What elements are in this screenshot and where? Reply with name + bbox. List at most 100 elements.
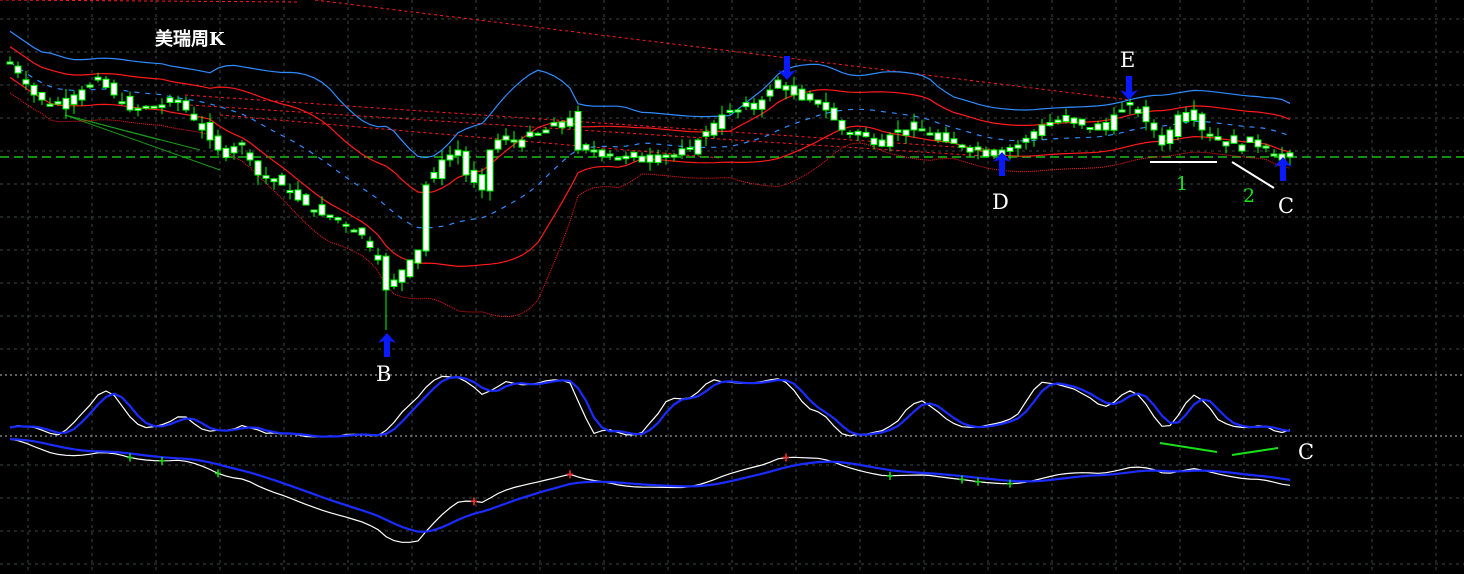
candle-body (614, 157, 622, 161)
trend-fan-line (189, 104, 1001, 158)
candle-body (582, 144, 590, 151)
candle-body (846, 132, 854, 135)
candle-body (1062, 115, 1070, 123)
candle-body (1070, 117, 1078, 124)
candle-body (502, 135, 510, 141)
candle-body (1238, 144, 1246, 152)
label-segment-2: 2 (1243, 185, 1256, 207)
candle-body (1006, 147, 1014, 152)
candle-body (342, 223, 350, 227)
buy-arrow-icon (378, 333, 396, 357)
candle-body (678, 148, 686, 156)
candle-body (1022, 137, 1030, 143)
candle-body (742, 102, 750, 108)
trend-fast-line (9, 438, 1291, 543)
trend-marker-icon (567, 470, 573, 479)
candle-body (982, 149, 990, 158)
candle-body (1142, 106, 1150, 123)
candle-body (30, 84, 38, 96)
candle-body (478, 174, 486, 191)
candle-body (574, 110, 582, 151)
candle-body (518, 139, 526, 148)
candle-body (1126, 102, 1134, 106)
candle-body (486, 149, 494, 192)
candle-body (1174, 114, 1182, 138)
candle-body (398, 269, 406, 283)
candle-body (942, 132, 950, 143)
candle-body (566, 117, 574, 127)
candle-body (718, 114, 726, 130)
candle-body (926, 132, 934, 136)
candle-body (662, 154, 670, 158)
candle-body (318, 204, 326, 216)
candle-body (206, 122, 214, 141)
candle-body (286, 190, 294, 194)
candle-body (630, 151, 638, 159)
candle-body (1286, 152, 1294, 158)
candle-body (974, 146, 982, 151)
chart-canvas: 美瑞周K B D E C C 1 2 (0, 0, 1464, 574)
candle-body (878, 139, 886, 147)
candle-body (190, 113, 198, 121)
candle-body (78, 89, 86, 101)
candle-body (1030, 131, 1038, 140)
label-d: D (992, 190, 1009, 214)
candle-body (854, 130, 862, 136)
candle-body (174, 99, 182, 104)
candle-body (118, 101, 126, 105)
candle-body (686, 147, 694, 150)
candle-body (822, 101, 830, 111)
candle-body (990, 149, 998, 157)
candle-body (14, 65, 22, 74)
candle-body (646, 154, 654, 163)
candle-body (758, 99, 766, 110)
candle-body (1270, 153, 1278, 157)
candle-body (214, 135, 222, 151)
candle-body (798, 88, 806, 101)
candle-body (254, 160, 262, 176)
candle-body (230, 146, 238, 154)
candle-body (766, 89, 774, 97)
candle-body (462, 150, 470, 176)
label-e: E (1120, 48, 1136, 72)
candle-body (126, 95, 134, 111)
candle-body (1078, 118, 1086, 126)
candle-body (670, 154, 678, 158)
trend-fan-line (184, 94, 1001, 151)
candle-body (366, 240, 374, 249)
stochastic-d-line (9, 375, 1291, 438)
candle-body (814, 99, 822, 105)
candle-body (694, 139, 702, 155)
candle-body (654, 154, 662, 164)
green-fan-line (64, 114, 201, 151)
candle-body (70, 94, 78, 105)
stochastic-k-line (9, 375, 1291, 438)
candle-body (1246, 136, 1254, 144)
candle-body (734, 109, 742, 113)
divergence-line-2 (1231, 447, 1279, 456)
candle-body (590, 149, 598, 153)
candle-body (422, 184, 430, 252)
candle-body (830, 107, 838, 121)
candle-body (934, 132, 942, 141)
candle-body (1230, 135, 1238, 144)
candle-body (806, 93, 814, 101)
candle-body (326, 214, 334, 219)
candle-body (6, 61, 14, 65)
trend-fan-line (0, 0, 301, 3)
candle-body (110, 82, 118, 96)
candle-body (902, 129, 910, 136)
candle-body (350, 229, 358, 233)
candle-body (46, 103, 54, 107)
candle-body (726, 109, 734, 113)
candle-body (918, 128, 926, 132)
candle-body (382, 255, 390, 291)
candle-body (1094, 123, 1102, 131)
candle-body (1046, 122, 1054, 127)
candle-body (134, 107, 142, 111)
candle-body (1150, 122, 1158, 131)
candle-body (1222, 141, 1230, 147)
candle-body (1014, 144, 1022, 149)
candle-body (750, 102, 758, 110)
candle-body (1118, 109, 1126, 113)
